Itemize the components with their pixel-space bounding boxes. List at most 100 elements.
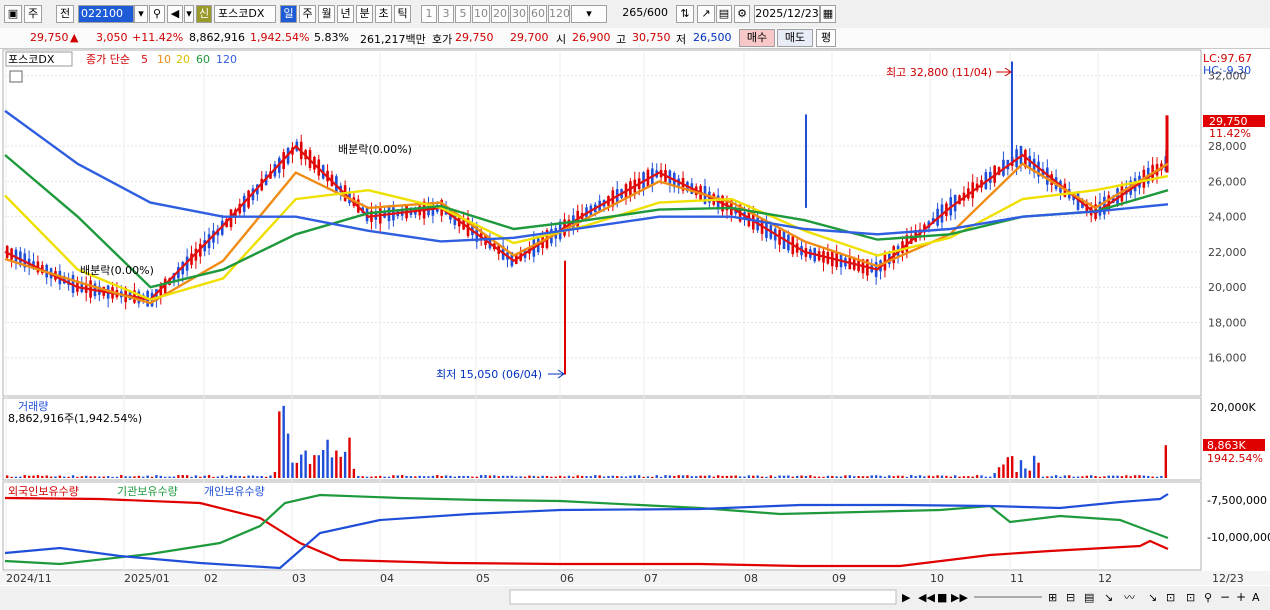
volume-bar: [300, 454, 303, 478]
holding-axis-1: -7,500,000: [1207, 494, 1267, 507]
price-pane[interactable]: [2, 49, 1202, 397]
institution-holding-label[interactable]: 기관보유수량: [117, 485, 178, 498]
tick-1-button[interactable]: 1: [421, 5, 437, 23]
zoom-in-icon[interactable]: +: [1236, 590, 1246, 604]
crosshair-icon[interactable]: ↘: [1104, 591, 1113, 604]
flat-button[interactable]: 평: [816, 29, 836, 47]
period-4-button[interactable]: 분: [356, 5, 373, 23]
volume-bar: [392, 475, 395, 478]
new-badge: 신: [196, 5, 212, 23]
volume-bar: [624, 476, 628, 478]
low-annotation: 최저 15,050 (06/04): [436, 368, 542, 381]
holding-pane[interactable]: [2, 481, 1202, 571]
calendar-icon[interactable]: ▦: [820, 5, 836, 23]
sell-button[interactable]: 매도: [777, 29, 813, 47]
legend-ma10[interactable]: 10: [157, 53, 171, 66]
trend-icon[interactable]: 〰: [1124, 591, 1135, 604]
tick-60-button[interactable]: 60: [529, 5, 547, 23]
prev-button[interactable]: 전: [56, 5, 74, 23]
volume-bar: [800, 475, 803, 478]
volume-bar: [36, 475, 40, 478]
tick-120-button[interactable]: 120: [548, 5, 570, 23]
volume-bar: [607, 475, 610, 478]
volume-bar: [374, 476, 378, 478]
x-axis-label: 05: [476, 572, 490, 585]
search-icon[interactable]: ⚲: [149, 5, 165, 23]
legend-ma5[interactable]: 5: [141, 53, 148, 66]
volume-bar: [690, 476, 694, 478]
table-icon[interactable]: ▤: [1084, 591, 1094, 604]
foreign-holding-label[interactable]: 외국인보유수량: [8, 485, 79, 498]
volume-bar: [795, 475, 799, 478]
count-display[interactable]: 265/600: [614, 5, 668, 23]
tick-5-button[interactable]: 5: [455, 5, 471, 23]
speaker-icon[interactable]: ◀: [167, 5, 183, 23]
buy-button[interactable]: 매수: [739, 29, 775, 47]
date-input[interactable]: 2025/12/23: [754, 5, 820, 23]
count-value[interactable]: 265: [622, 6, 643, 19]
toolbar: ▣ 주 전 022100 ▾ ⚲ ◀ ▾ 신 포스코DX 일주월년분초틱1351…: [0, 0, 1270, 29]
tick-dropdown[interactable]: ▾: [571, 5, 607, 23]
volume-bar: [335, 450, 338, 478]
tick-10-button[interactable]: 10: [472, 5, 490, 23]
volume-bar: [216, 476, 220, 478]
compare-icon[interactable]: ⇅: [676, 5, 694, 23]
current-price: 29,750: [30, 31, 69, 44]
forward-icon[interactable]: ▶▶: [951, 591, 968, 604]
rewind-icon[interactable]: ◀◀: [918, 591, 935, 604]
scroll-thumb[interactable]: [509, 589, 897, 605]
price-axis-label: 22,000: [1208, 246, 1247, 259]
zoom-out-icon[interactable]: −: [1220, 590, 1230, 604]
volume-bar: [1107, 475, 1110, 478]
save-icon[interactable]: ▤: [716, 5, 732, 23]
volume-bar: [475, 476, 478, 478]
tick-30-button[interactable]: 30: [510, 5, 528, 23]
chart-type-icon[interactable]: ▣: [4, 5, 22, 23]
legend-ma60[interactable]: 60: [196, 53, 210, 66]
volume-bar: [677, 475, 680, 478]
open-label: 시: [556, 33, 567, 46]
period-0-button[interactable]: 일: [280, 5, 297, 23]
x-axis-label: 08: [744, 572, 758, 585]
stop-icon[interactable]: ■: [937, 591, 947, 604]
pen-icon[interactable]: ↘: [1148, 591, 1157, 604]
volume-bar: [1089, 475, 1093, 478]
draw-icon[interactable]: ↗: [697, 5, 715, 23]
code-dropdown-icon[interactable]: ▾: [134, 5, 148, 23]
volume-bar: [163, 476, 167, 478]
layout-icon[interactable]: ⊞: [1048, 591, 1057, 604]
screenshot-icon[interactable]: ⊡: [1186, 591, 1195, 604]
period-6-button[interactable]: 틱: [394, 5, 411, 23]
volume-bar: [54, 476, 57, 478]
grid-toggle-icon[interactable]: [9, 70, 23, 83]
legend-ma20[interactable]: 20: [176, 53, 190, 66]
individual-holding-label[interactable]: 개인보유수량: [204, 485, 265, 498]
stock-code-input[interactable]: 022100: [78, 5, 134, 23]
volume-bar: [567, 475, 571, 478]
volume-bar: [493, 475, 496, 478]
volume-bar: [49, 476, 53, 478]
volume-bar: [778, 475, 781, 478]
volume-bar: [1081, 476, 1084, 478]
period-1-button[interactable]: 주: [299, 5, 316, 23]
play-icon[interactable]: ▶: [902, 591, 911, 604]
volume-bar: [918, 475, 922, 478]
period-5-button[interactable]: 초: [375, 5, 392, 23]
volume-bar: [708, 475, 711, 478]
volume-bar: [598, 475, 601, 478]
period-2-button[interactable]: 월: [318, 5, 335, 23]
zoom-search-icon[interactable]: ⚲: [1204, 591, 1212, 604]
period-3-button[interactable]: 년: [337, 5, 354, 23]
chart-area[interactable]: 포스코DX 종가 단순 5 10 20 60 120 LC:97.67 HC:-…: [0, 48, 1270, 610]
gear-icon[interactable]: ⚙: [734, 5, 750, 23]
font-size-icon[interactable]: A: [1252, 591, 1260, 604]
tick-20-button[interactable]: 20: [491, 5, 509, 23]
volume-bar: [352, 468, 356, 478]
grid-icon[interactable]: ⊟: [1066, 591, 1075, 604]
legend-ma120[interactable]: 120: [216, 53, 237, 66]
period-select[interactable]: 주: [24, 5, 42, 23]
volume-bar: [146, 475, 149, 478]
fullscreen-icon[interactable]: ⊡: [1166, 591, 1175, 604]
speaker-dropdown-icon[interactable]: ▾: [184, 5, 194, 23]
tick-3-button[interactable]: 3: [438, 5, 454, 23]
